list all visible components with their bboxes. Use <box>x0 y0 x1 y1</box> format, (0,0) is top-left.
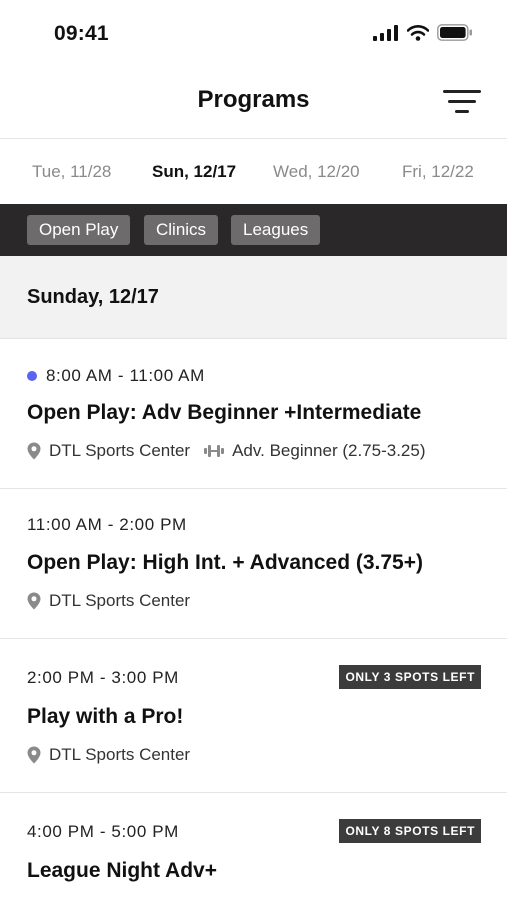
program-time: 11:00 AM - 2:00 PM <box>27 515 187 534</box>
filter-button[interactable] <box>441 88 481 116</box>
wifi-icon <box>407 24 429 41</box>
status-bar: 09:41 <box>0 0 507 68</box>
date-tab-1128[interactable]: Tue, 11/28 <box>32 162 111 182</box>
status-icons <box>373 24 473 41</box>
program-card[interactable]: 4:00 PM - 5:00 PM ONLY 8 SPOTS LEFT Leag… <box>0 793 507 900</box>
program-level: Adv. Beginner (2.75-3.25) <box>232 441 426 460</box>
battery-icon <box>437 24 472 41</box>
program-title: Open Play: Adv Beginner +Intermediate <box>27 401 422 424</box>
date-selector: Tue, 11/28 Sun, 12/17 Wed, 12/20 Fri, 12… <box>0 139 507 204</box>
program-title: Play with a Pro! <box>27 705 184 728</box>
location-pin-icon <box>27 592 41 610</box>
page-title: Programs <box>197 86 310 113</box>
program-time: 4:00 PM - 5:00 PM <box>27 822 179 841</box>
program-meta: DTL Sports Center <box>27 745 190 765</box>
filter-line-middle <box>448 100 476 103</box>
spots-left-badge: ONLY 3 SPOTS LEFT <box>339 665 481 689</box>
program-location: DTL Sports Center <box>49 591 191 610</box>
program-title: League Night Adv+ <box>27 859 217 882</box>
nav-bar: Programs <box>0 68 507 139</box>
program-title: Open Play: High Int. + Advanced (3.75+) <box>27 551 423 574</box>
program-location: DTL Sports Center <box>49 745 191 764</box>
category-chip-bar: Open Play Clinics Leagues <box>0 204 507 256</box>
spots-left-badge: ONLY 8 SPOTS LEFT <box>339 819 481 843</box>
date-tab-1222[interactable]: Fri, 12/22 <box>402 162 474 182</box>
date-tab-1220[interactable]: Wed, 12/20 <box>273 162 360 182</box>
program-time-row: 4:00 PM - 5:00 PM <box>27 822 179 842</box>
program-card[interactable]: 8:00 AM - 11:00 AM Open Play: Adv Beginn… <box>0 339 507 489</box>
location-pin-icon <box>27 746 41 764</box>
chip-open-play[interactable]: Open Play <box>27 215 131 245</box>
program-time: 2:00 PM - 3:00 PM <box>27 668 179 687</box>
filter-lines-icon <box>443 90 481 93</box>
program-time: 8:00 AM - 11:00 AM <box>46 366 205 385</box>
program-time-row: 2:00 PM - 3:00 PM <box>27 668 179 688</box>
program-card[interactable]: 11:00 AM - 2:00 PM Open Play: High Int. … <box>0 489 507 639</box>
chip-leagues[interactable]: Leagues <box>231 215 321 245</box>
program-time-row: 11:00 AM - 2:00 PM <box>27 515 187 535</box>
status-time: 09:41 <box>54 22 109 45</box>
chip-clinics[interactable]: Clinics <box>144 215 219 245</box>
program-time-row: 8:00 AM - 11:00 AM <box>27 366 205 386</box>
cellular-signal-icon <box>373 24 398 41</box>
program-meta: DTL Sports Center <box>27 591 190 611</box>
location-pin-icon <box>27 442 41 460</box>
day-section-title: Sunday, 12/17 <box>27 286 159 308</box>
program-meta: DTL Sports Center Adv. Beginner (2.75-3.… <box>27 441 426 461</box>
filter-line-bottom <box>455 110 469 113</box>
program-card[interactable]: 2:00 PM - 3:00 PM ONLY 3 SPOTS LEFT Play… <box>0 639 507 793</box>
status-dot-icon <box>27 371 37 381</box>
date-tab-1217-selected[interactable]: Sun, 12/17 <box>152 162 236 182</box>
program-location: DTL Sports Center <box>49 441 191 460</box>
day-section-header: Sunday, 12/17 <box>0 256 507 339</box>
dumbbell-icon <box>204 445 225 457</box>
